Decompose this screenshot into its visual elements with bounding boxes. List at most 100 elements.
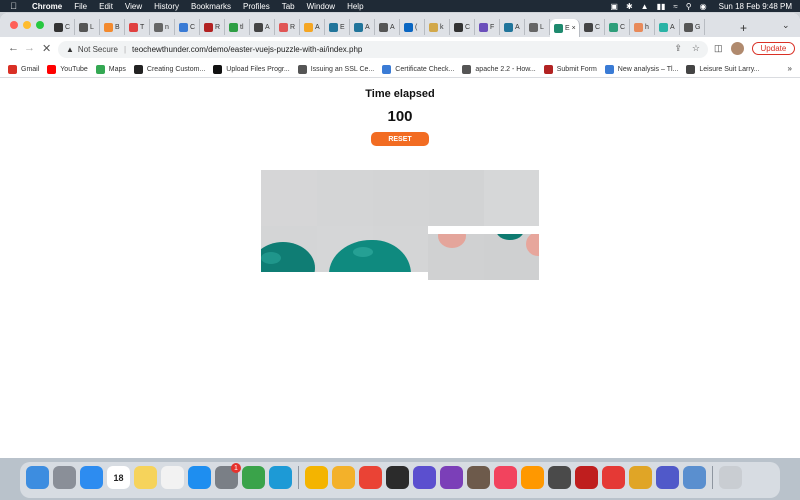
close-window-button[interactable]: [10, 21, 18, 29]
preview-icon[interactable]: [683, 466, 706, 489]
puzzle-tile[interactable]: [484, 234, 539, 280]
control-center-icon[interactable]: ◉: [700, 2, 707, 11]
bookmark-item[interactable]: Creating Custom...: [133, 64, 205, 74]
gimp-icon[interactable]: [467, 466, 490, 489]
browser-tab[interactable]: A: [300, 19, 325, 35]
browser-tab[interactable]: n: [150, 19, 175, 35]
browser-tab[interactable]: tl: [225, 19, 250, 35]
menu-help[interactable]: Help: [347, 2, 363, 11]
bluetooth-icon[interactable]: ✱: [626, 2, 633, 11]
minimize-window-button[interactable]: [23, 21, 31, 29]
bookmark-item[interactable]: Gmail: [8, 64, 39, 74]
menu-view[interactable]: View: [125, 2, 142, 11]
puzzle-tile[interactable]: [317, 170, 373, 226]
menu-bookmarks[interactable]: Bookmarks: [191, 2, 231, 11]
profile-avatar[interactable]: [730, 42, 744, 55]
spotlight-icon[interactable]: ⚲: [686, 2, 692, 11]
menu-profiles[interactable]: Profiles: [243, 2, 270, 11]
menu-tab[interactable]: Tab: [282, 2, 295, 11]
puzzle-tile[interactable]: [373, 170, 429, 226]
puzzle-tile[interactable]: [261, 226, 317, 272]
browser-tab[interactable]: T: [125, 19, 150, 35]
browser-tab[interactable]: A: [375, 19, 400, 35]
bookmark-item[interactable]: Leisure Suit Larry...: [686, 64, 760, 74]
browser-tab[interactable]: h: [630, 19, 655, 35]
finder-icon[interactable]: [26, 466, 49, 489]
browser-tab[interactable]: C: [605, 19, 630, 35]
apple-icon[interactable]: : [9, 1, 18, 11]
puzzle-tile[interactable]: [484, 170, 539, 226]
security-label[interactable]: Not Secure: [78, 45, 118, 54]
edge-icon[interactable]: [269, 466, 292, 489]
puzzle-tile[interactable]: [428, 234, 484, 280]
tab-search-icon[interactable]: ⌄: [782, 20, 790, 31]
bookmark-item[interactable]: Submit Form: [543, 64, 597, 74]
menu-edit[interactable]: Edit: [99, 2, 113, 11]
wifi-icon[interactable]: ≈: [673, 2, 677, 11]
bookmarks-overflow-icon[interactable]: »: [788, 64, 792, 73]
browser-tab[interactable]: G: [680, 19, 705, 35]
browser-tab[interactable]: C: [450, 19, 475, 35]
browser-tab[interactable]: C: [175, 19, 200, 35]
puzzle-tile[interactable]: [317, 226, 373, 272]
share-icon[interactable]: ⇪: [674, 43, 682, 54]
back-icon[interactable]: ←: [8, 42, 19, 54]
browser-tab[interactable]: C: [580, 19, 605, 35]
browser-tab[interactable]: (: [400, 19, 425, 35]
launchpad-icon[interactable]: [53, 466, 76, 489]
update-button[interactable]: Update: [751, 42, 796, 55]
blank-tile[interactable]: [428, 226, 539, 234]
zoom-window-button[interactable]: [36, 21, 44, 29]
safari-icon[interactable]: [80, 466, 103, 489]
forward-icon[interactable]: →: [24, 42, 35, 54]
battery-icon[interactable]: ▮▮: [657, 2, 666, 11]
purple-app-icon[interactable]: [413, 466, 436, 489]
puzzle-tile[interactable]: [261, 170, 317, 226]
terminal-icon[interactable]: [386, 466, 409, 489]
new-tab-icon[interactable]: +: [740, 21, 747, 35]
browser-tab[interactable]: A: [500, 19, 525, 35]
stop-loading-icon[interactable]: ✕: [42, 42, 51, 55]
warning-icon[interactable]: ▲: [66, 45, 74, 54]
focus-icon[interactable]: ▲: [641, 2, 649, 11]
bookmark-star-icon[interactable]: ☆: [692, 43, 700, 54]
puzzle-tile[interactable]: [429, 170, 484, 226]
calculator-icon[interactable]: [548, 466, 571, 489]
menu-app-name[interactable]: Chrome: [32, 2, 62, 11]
notes-icon[interactable]: [134, 466, 157, 489]
close-tab-icon[interactable]: ×: [572, 25, 576, 32]
menu-extra-icon[interactable]: ▣: [610, 2, 618, 11]
bookmark-item[interactable]: New analysis – Tl...: [604, 64, 678, 74]
photos-icon[interactable]: [305, 466, 328, 489]
bookmark-item[interactable]: YouTube: [47, 64, 88, 74]
menu-file[interactable]: File: [74, 2, 87, 11]
menu-history[interactable]: History: [154, 2, 179, 11]
reset-button[interactable]: RESET: [371, 132, 429, 146]
calendar-icon[interactable]: 18: [107, 466, 130, 489]
menu-clock[interactable]: Sun 18 Feb 9:48 PM: [719, 2, 792, 11]
sequel-icon[interactable]: [629, 466, 652, 489]
browser-tab[interactable]: k: [425, 19, 450, 35]
browser-tab[interactable]: E ×: [550, 19, 580, 37]
browser-tab[interactable]: L: [75, 19, 100, 35]
chrome-icon[interactable]: [359, 466, 382, 489]
yellow-app-icon[interactable]: [332, 466, 355, 489]
browser-tab[interactable]: B: [100, 19, 125, 35]
trash-icon[interactable]: [719, 466, 742, 489]
app-store-icon[interactable]: [188, 466, 211, 489]
sublime-icon[interactable]: [521, 466, 544, 489]
browser-tab[interactable]: A: [250, 19, 275, 35]
teams-icon[interactable]: [656, 466, 679, 489]
browser-tab[interactable]: E: [325, 19, 350, 35]
browser-tab[interactable]: F: [475, 19, 500, 35]
browser-tab[interactable]: L: [525, 19, 550, 35]
bookmark-item[interactable]: apache 2.2 - How...: [462, 64, 536, 74]
browser-tab[interactable]: R: [275, 19, 300, 35]
bookmark-item[interactable]: Certificate Check...: [382, 64, 454, 74]
browser-tab[interactable]: A: [350, 19, 375, 35]
anydesk-icon[interactable]: [602, 466, 625, 489]
bookmark-item[interactable]: Maps: [95, 64, 126, 74]
reminders-icon[interactable]: [161, 466, 184, 489]
github-desktop-icon[interactable]: [440, 466, 463, 489]
browser-tab[interactable]: R: [200, 19, 225, 35]
